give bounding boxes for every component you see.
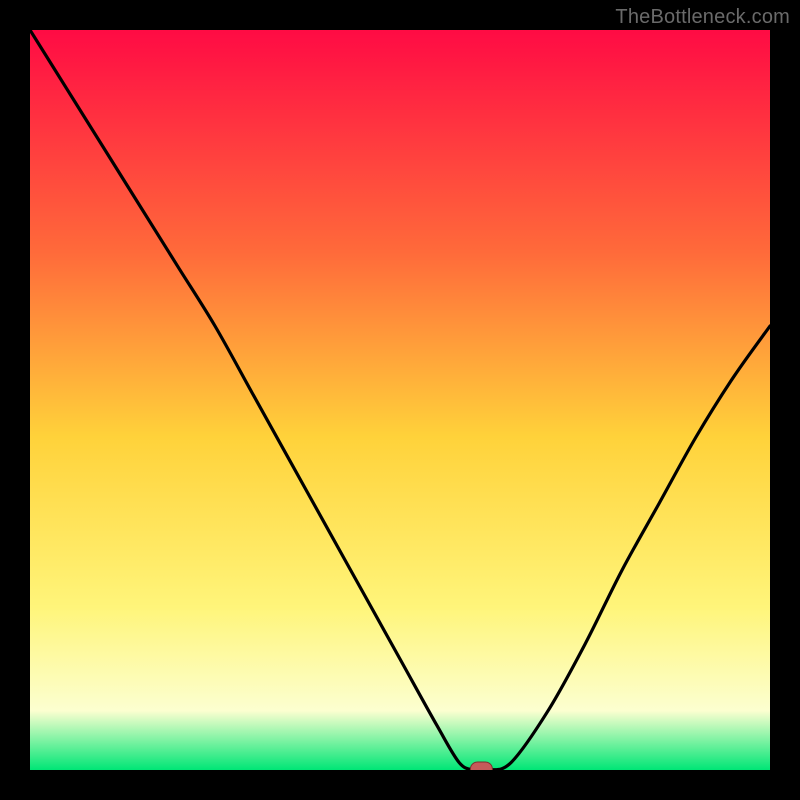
chart-frame: TheBottleneck.com xyxy=(0,0,800,800)
bottleneck-chart xyxy=(30,30,770,770)
plot-area xyxy=(30,30,770,770)
watermark-text: TheBottleneck.com xyxy=(615,6,790,29)
optimal-marker xyxy=(470,762,492,770)
